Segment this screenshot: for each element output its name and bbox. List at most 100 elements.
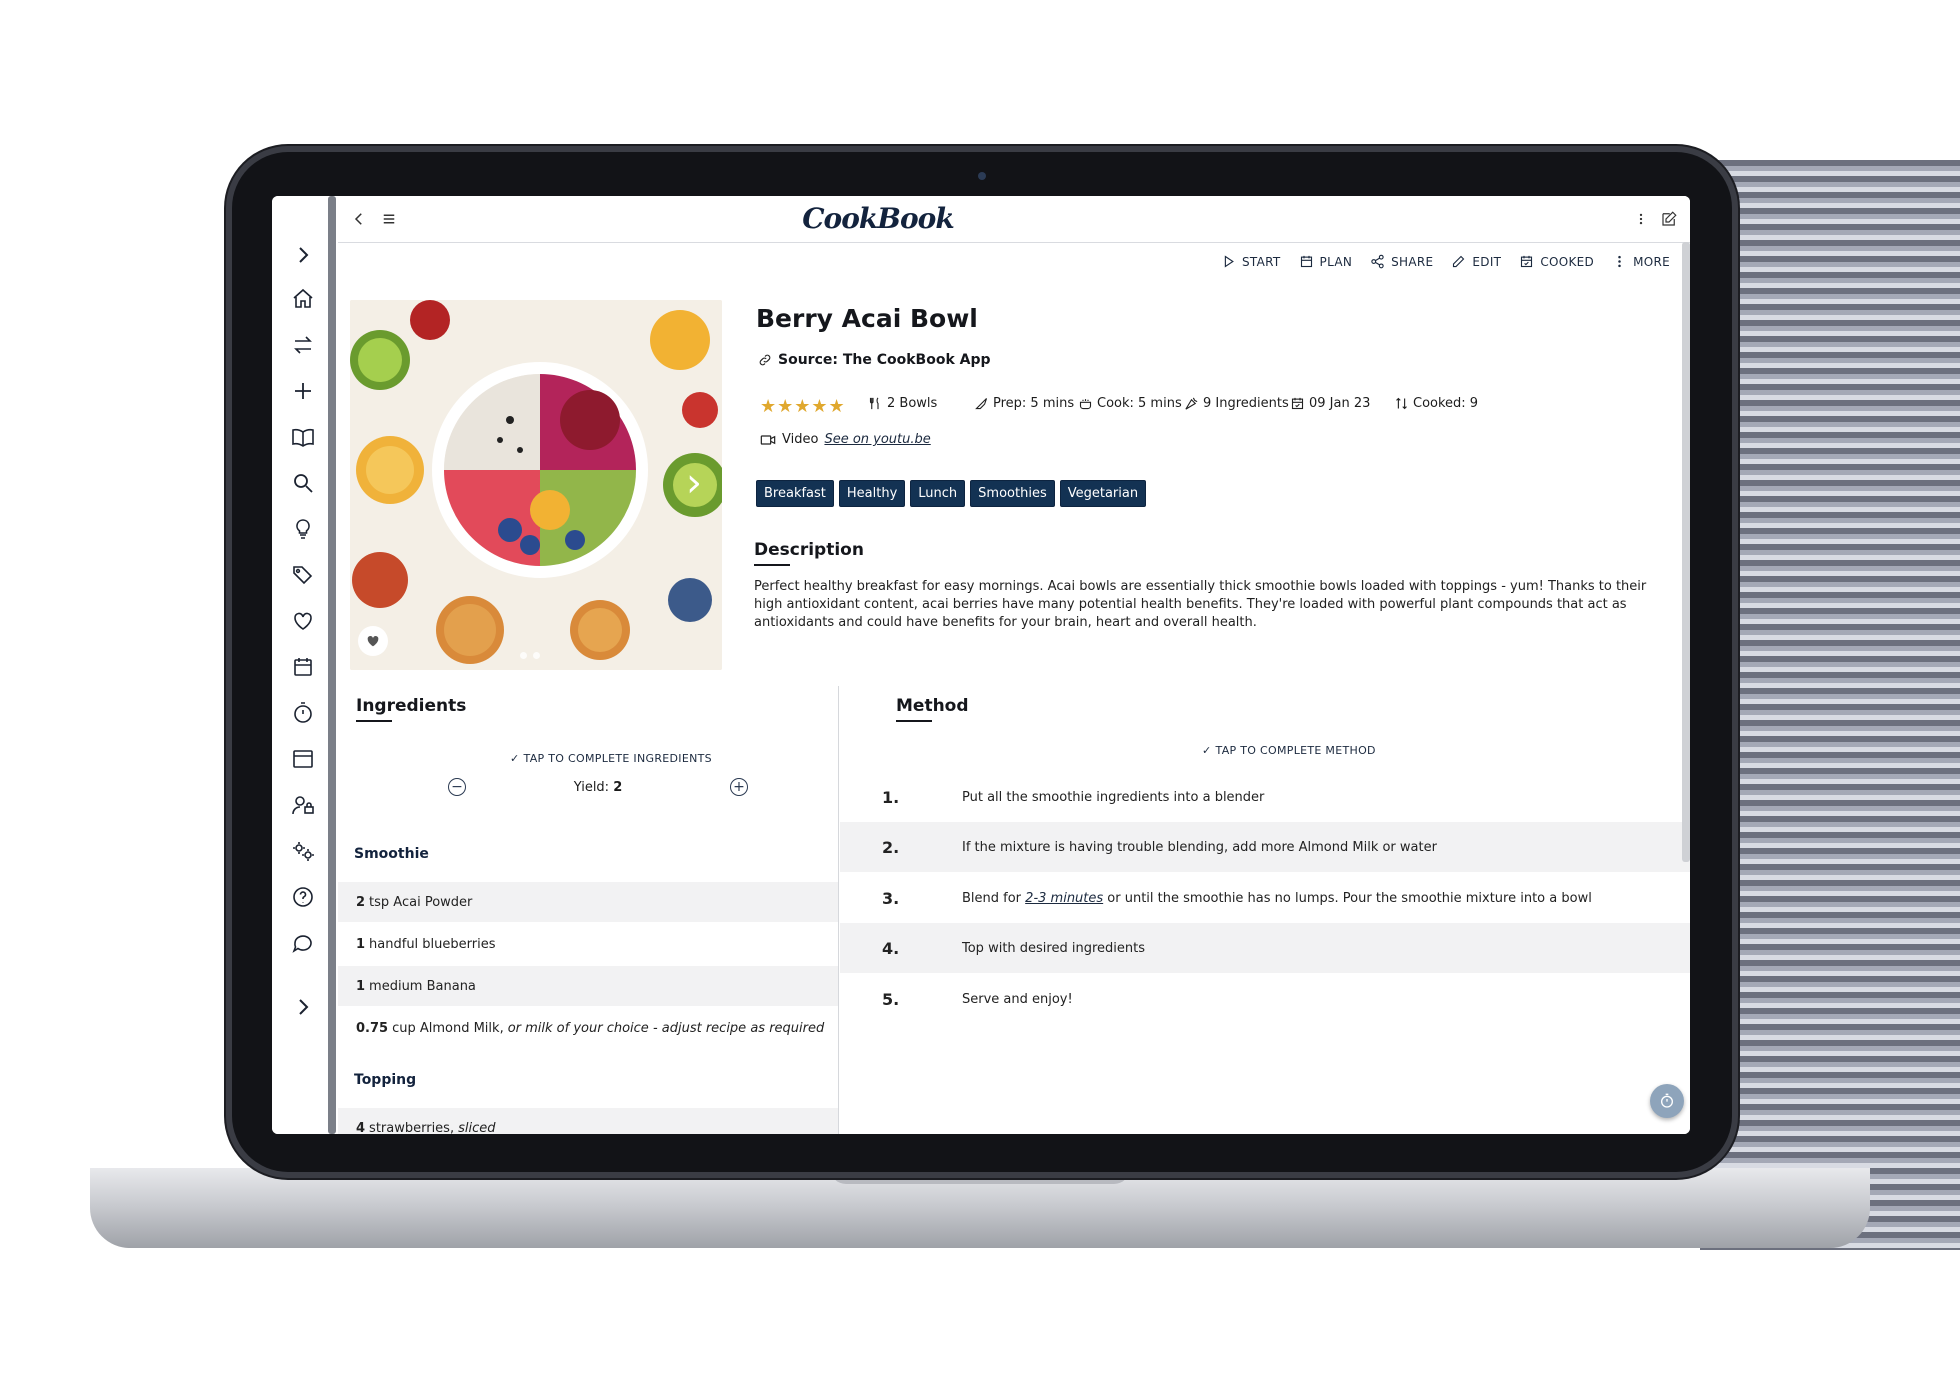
video-link[interactable]: See on youtu.be (824, 432, 930, 447)
ingredient-section-topping: Topping (354, 1072, 417, 1088)
carousel-dots[interactable] (520, 652, 540, 659)
tag-healthy[interactable]: Healthy (838, 480, 906, 507)
share-button[interactable]: SHARE (1370, 254, 1433, 269)
favorite-button[interactable] (358, 626, 388, 656)
step-text: Blend for 2-3 minutes or until the smoot… (962, 890, 1592, 906)
expand-nav-icon[interactable] (284, 236, 322, 274)
tap-complete-method[interactable]: ✓ TAP TO COMPLETE METHOD (1202, 744, 1376, 757)
browser-icon[interactable] (284, 740, 322, 778)
method-step[interactable]: 3. Blend for 2-3 minutes or until the sm… (840, 873, 1690, 923)
tag-lunch[interactable]: Lunch (910, 480, 966, 507)
background-stripes (1700, 160, 1960, 1250)
top-bar: CookBook (338, 196, 1690, 243)
start-button[interactable]: START (1221, 254, 1281, 269)
source-label: Source (778, 352, 833, 368)
tag-breakfast[interactable]: Breakfast (756, 480, 834, 507)
recipe-title: Berry Acai Bowl (756, 304, 978, 333)
ingredients-heading: Ingredients (356, 696, 467, 722)
step-number: 4. (882, 938, 900, 958)
timer-icon (1661, 1093, 1673, 1108)
back-icon[interactable] (346, 206, 372, 232)
ingredient-section-smoothie: Smoothie (354, 846, 429, 862)
laptop-base (90, 1168, 1870, 1248)
ingredient-text: strawberries, (369, 1120, 455, 1135)
check-icon: ✓ (510, 752, 520, 765)
ingredients-heading-text: Ingredients (356, 696, 467, 716)
tags-icon[interactable] (284, 556, 322, 594)
pot-icon (1079, 399, 1092, 410)
start-label: START (1242, 254, 1281, 269)
recipe-source[interactable]: Source: The CookBook App (758, 352, 991, 368)
method-step[interactable]: 4. Top with desired ingredients (840, 923, 1690, 973)
ingredient-row[interactable]: 2 tsp Acai Powder (338, 882, 838, 922)
content-scrollbar[interactable] (1682, 242, 1690, 862)
tag-smoothies[interactable]: Smoothies (970, 480, 1055, 507)
ingredient-note: sliced (458, 1120, 496, 1135)
compose-icon[interactable] (1656, 206, 1682, 232)
video-label: Video (782, 432, 819, 447)
calendar-icon (1300, 255, 1312, 268)
home-icon[interactable] (284, 280, 322, 318)
decrease-yield-button[interactable]: − (448, 778, 466, 796)
help-icon[interactable] (284, 878, 322, 916)
floating-timer-button[interactable] (1650, 1084, 1684, 1118)
settings-gears-icon[interactable] (284, 832, 322, 870)
plan-button[interactable]: PLAN (1299, 254, 1353, 269)
date-info: 09 Jan 23 (1290, 396, 1370, 411)
nav-scrollbar[interactable] (328, 196, 336, 1134)
add-icon[interactable] (284, 372, 322, 410)
calendar-icon[interactable] (284, 648, 322, 686)
timer-icon[interactable] (284, 694, 322, 732)
acai-bowl-image (350, 300, 722, 670)
method-heading: Method (896, 696, 969, 722)
date-text: 09 Jan 23 (1309, 396, 1371, 411)
more-vertical-icon[interactable] (1628, 206, 1654, 232)
more-button[interactable]: MORE (1612, 254, 1670, 269)
search-icon[interactable] (284, 464, 322, 502)
timer-link[interactable]: 2-3 minutes (1025, 891, 1103, 906)
ingredient-row[interactable]: 1 medium Banana (338, 966, 838, 1006)
ingredient-qty: 1 (356, 978, 366, 994)
menu-icon[interactable] (376, 206, 402, 232)
recipe-photo[interactable]: › (350, 300, 722, 670)
method-step[interactable]: 2. If the mixture is having trouble blen… (840, 822, 1690, 872)
method-step[interactable]: 1. Put all the smoothie ingredients into… (840, 772, 1690, 822)
ingredient-text: cup Almond Milk, (392, 1020, 504, 1036)
chat-icon[interactable] (284, 924, 322, 962)
sort-icon (1396, 397, 1407, 410)
ingredient-row[interactable]: 0.75 cup Almond Milk, or milk of your ch… (338, 1008, 838, 1048)
ingredient-row[interactable]: 4 strawberries, sliced (338, 1108, 838, 1134)
heart-icon[interactable] (284, 602, 322, 640)
edit-button[interactable]: EDIT (1451, 254, 1501, 269)
ingredient-qty: 4 (356, 1120, 366, 1135)
video-icon (760, 434, 776, 445)
ingredient-text: handful blueberries (369, 936, 496, 952)
action-bar: START PLAN SHARE EDIT COOKED MORE (1221, 254, 1670, 269)
cooked-label: COOKED (1540, 254, 1595, 269)
column-divider (838, 686, 839, 1134)
ingredient-row[interactable]: 1 handful blueberries (338, 924, 838, 964)
rating-stars[interactable]: ★★★★★ (760, 396, 846, 417)
collapse-panel-icon[interactable] (284, 988, 322, 1026)
tap-complete-ingredients[interactable]: ✓ TAP TO COMPLETE INGREDIENTS (510, 752, 712, 765)
lightbulb-icon[interactable] (284, 510, 322, 548)
step-number: 1. (882, 787, 900, 807)
step-number: 3. (882, 888, 900, 908)
ingredient-qty: 1 (356, 936, 366, 952)
cooked-button[interactable]: COOKED (1519, 254, 1594, 269)
swap-icon[interactable] (284, 326, 322, 364)
cook-time: Cook: 5 mins (1078, 396, 1182, 411)
next-image-icon[interactable]: › (686, 460, 702, 506)
book-icon[interactable] (284, 418, 322, 456)
step-text: Top with desired ingredients (962, 940, 1145, 956)
nav-rail (272, 196, 334, 1134)
knife-icon (975, 398, 988, 410)
ingredient-text: tsp Acai Powder (369, 894, 473, 910)
increase-yield-button[interactable]: + (730, 778, 748, 796)
method-step[interactable]: 5. Serve and enjoy! (840, 974, 1690, 1024)
ingredient-qty: 0.75 (356, 1020, 389, 1036)
tag-vegetarian[interactable]: Vegetarian (1059, 480, 1147, 507)
user-lock-icon[interactable] (284, 786, 322, 824)
heart-icon (367, 635, 379, 647)
tap-ingredients-text: TAP TO COMPLETE INGREDIENTS (523, 752, 712, 765)
